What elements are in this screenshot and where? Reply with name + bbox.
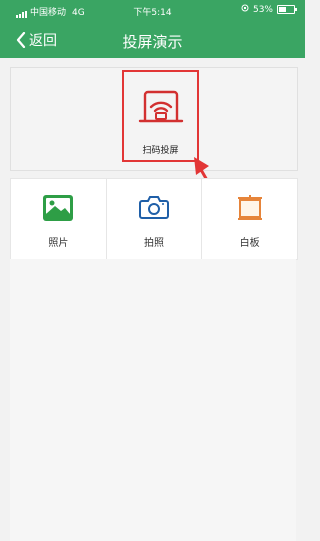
feature-grid: 照片 拍照 白板 <box>10 178 298 260</box>
camera-icon <box>139 196 169 219</box>
status-right: 53% <box>241 4 297 15</box>
scan-cast-button[interactable]: 扫码投屏 <box>122 70 199 162</box>
page-title: 投屏演示 <box>122 33 183 51</box>
feature-label: 拍照 <box>144 238 164 249</box>
content-area <box>10 259 296 541</box>
battery-percent: 53% <box>252 4 273 15</box>
orientation-lock-icon <box>241 4 249 15</box>
feature-label: 照片 <box>48 238 69 249</box>
whiteboard-icon <box>237 195 262 220</box>
image-icon <box>43 195 74 221</box>
scan-cast-label: 扫码投屏 <box>142 146 179 156</box>
header: 中国移动 4G 下午5:14 53% 返回 投屏演示 <box>0 0 305 58</box>
feature-label: 白板 <box>239 238 260 249</box>
feature-whiteboard[interactable]: 白板 <box>202 179 297 259</box>
feature-photo[interactable]: 照片 <box>11 179 107 259</box>
status-bar: 中国移动 4G 下午5:14 53% <box>0 0 305 20</box>
screen-cast-icon <box>138 90 184 123</box>
feature-camera[interactable]: 拍照 <box>107 179 203 259</box>
battery-icon <box>277 5 297 14</box>
